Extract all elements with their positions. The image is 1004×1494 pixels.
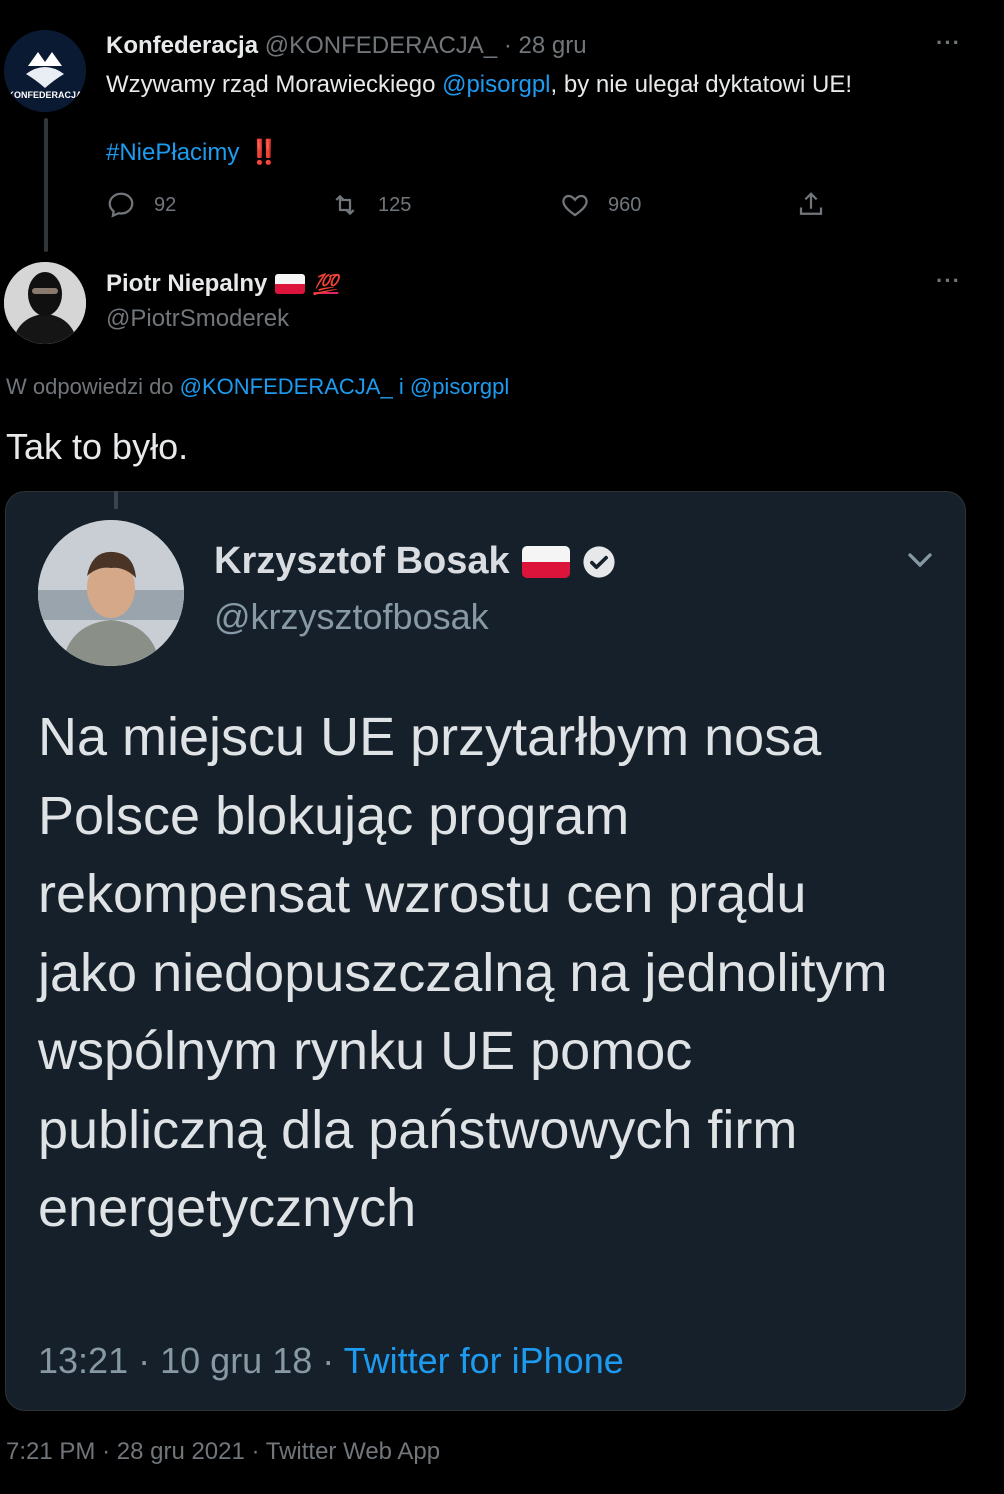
poland-flag-icon — [521, 545, 570, 578]
reply-mention-pisorgpl[interactable]: @pisorgpl — [410, 374, 509, 399]
konfederacja-avatar[interactable]: KONFEDERACJA — [4, 30, 86, 112]
separator-dot: · — [503, 32, 512, 59]
embedded-author-line: Krzysztof Bosak — [214, 540, 616, 583]
reply-count: 92 — [154, 193, 177, 216]
tweet1-action-bar: 92 125 960 — [106, 190, 846, 224]
retweet-button[interactable]: 125 — [330, 190, 411, 220]
reply-prefix: W odpowiedzi do — [6, 374, 174, 399]
separator-dot: · — [251, 1438, 260, 1465]
author-handle[interactable]: @PiotrSmoderek — [106, 305, 289, 333]
heart-icon — [562, 194, 588, 217]
tweet-date[interactable]: 28 gru — [518, 32, 586, 59]
reply-mention-konfederacja[interactable]: @KONFEDERACJA_ — [180, 374, 393, 399]
like-count: 960 — [608, 193, 642, 216]
hundred-points-emoji: 💯 — [313, 273, 339, 296]
reply-button[interactable]: 92 — [106, 190, 176, 220]
tweet-text-part: , by nie ulegał dyktatowi UE! — [550, 71, 853, 98]
embedded-date: 10 gru 18 — [160, 1340, 313, 1381]
tweet-time[interactable]: 7:21 PM — [6, 1438, 95, 1465]
more-options-icon[interactable]: ··· — [936, 268, 961, 294]
tweet-text-part: Wzywamy rząd Morawieckiego — [106, 71, 443, 98]
piotr-avatar[interactable] — [4, 262, 86, 344]
konfederacja-logo-icon: KONFEDERACJA — [4, 30, 86, 112]
reply-context: W odpowiedzi do @KONFEDERACJA_ i @pisorg… — [6, 374, 509, 400]
author-handle[interactable]: @KONFEDERACJA_ — [265, 32, 497, 59]
reply-icon — [108, 192, 134, 218]
share-icon — [799, 192, 823, 215]
share-button[interactable] — [796, 190, 826, 220]
embedded-tweet-text: Na miejscu UE przytarłbym nosa Polsce bl… — [38, 707, 888, 1238]
poland-flag-icon — [275, 274, 306, 294]
svg-text:KONFEDERACJA: KONFEDERACJA — [7, 90, 83, 100]
embedded-source: Twitter for iPhone — [343, 1340, 624, 1381]
like-button[interactable]: 960 — [560, 190, 641, 220]
hashtag-link[interactable]: #NiePłacimy — [106, 139, 239, 166]
bosak-portrait-icon — [38, 520, 184, 666]
tweet1-text: Wzywamy rząd Morawieckiego @pisorgpl, by… — [106, 70, 852, 100]
chevron-down-icon — [908, 553, 932, 568]
embedded-author-name: Krzysztof Bosak — [214, 540, 510, 582]
tweet1-hashtag-line: #NiePłacimy ‼️ — [106, 138, 279, 167]
separator-dot: · — [102, 1438, 111, 1465]
tweet2-text: Tak to było. — [6, 426, 189, 467]
separator-dot: · — [138, 1340, 151, 1381]
verified-badge-icon — [583, 545, 615, 578]
author-name[interactable]: Piotr Niepalny — [106, 270, 267, 298]
tweet-source: Twitter Web App — [265, 1438, 441, 1465]
retweet-count: 125 — [378, 193, 412, 216]
mention-link[interactable]: @pisorgpl — [442, 71, 550, 98]
bosak-avatar — [38, 520, 184, 666]
tweet1-header: Konfederacja @KONFEDERACJA_ · 28 gru — [106, 32, 587, 60]
reply-and: i — [398, 374, 404, 399]
separator-dot: · — [322, 1340, 335, 1381]
more-options-icon[interactable]: ··· — [936, 30, 961, 56]
embedded-time: 13:21 — [38, 1340, 129, 1381]
embedded-author-handle: @krzysztofbosak — [214, 596, 489, 637]
double-exclamation-emoji: ‼️ — [249, 139, 279, 166]
retweet-icon — [335, 195, 355, 215]
tweet-date[interactable]: 28 gru 2021 — [117, 1438, 245, 1465]
tweet2-footer-meta: 7:21 PM · 28 gru 2021 · Twitter Web App — [6, 1438, 440, 1466]
author-name[interactable]: Konfederacja — [106, 32, 258, 59]
thread-connector-line — [44, 118, 48, 252]
tweet2-author-line: Piotr Niepalny 💯 — [106, 270, 338, 298]
image-top-marker — [114, 491, 118, 509]
embedded-tweet-meta: 13:21 · 10 gru 18 · Twitter for iPhone — [38, 1340, 624, 1382]
masked-person-avatar-icon — [4, 262, 86, 344]
